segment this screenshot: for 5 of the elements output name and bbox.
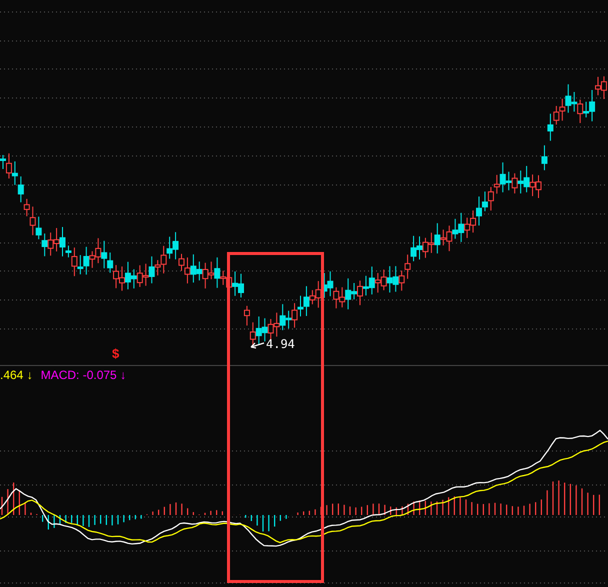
indicator-value: .464 ↓ [0, 367, 33, 384]
low-price-label: 4.94 [266, 338, 295, 350]
pointer-arrow-icon [250, 340, 265, 349]
indicator-value: MACD: -0.075 ↓ [40, 367, 126, 384]
signal-mark: $ [112, 347, 120, 360]
